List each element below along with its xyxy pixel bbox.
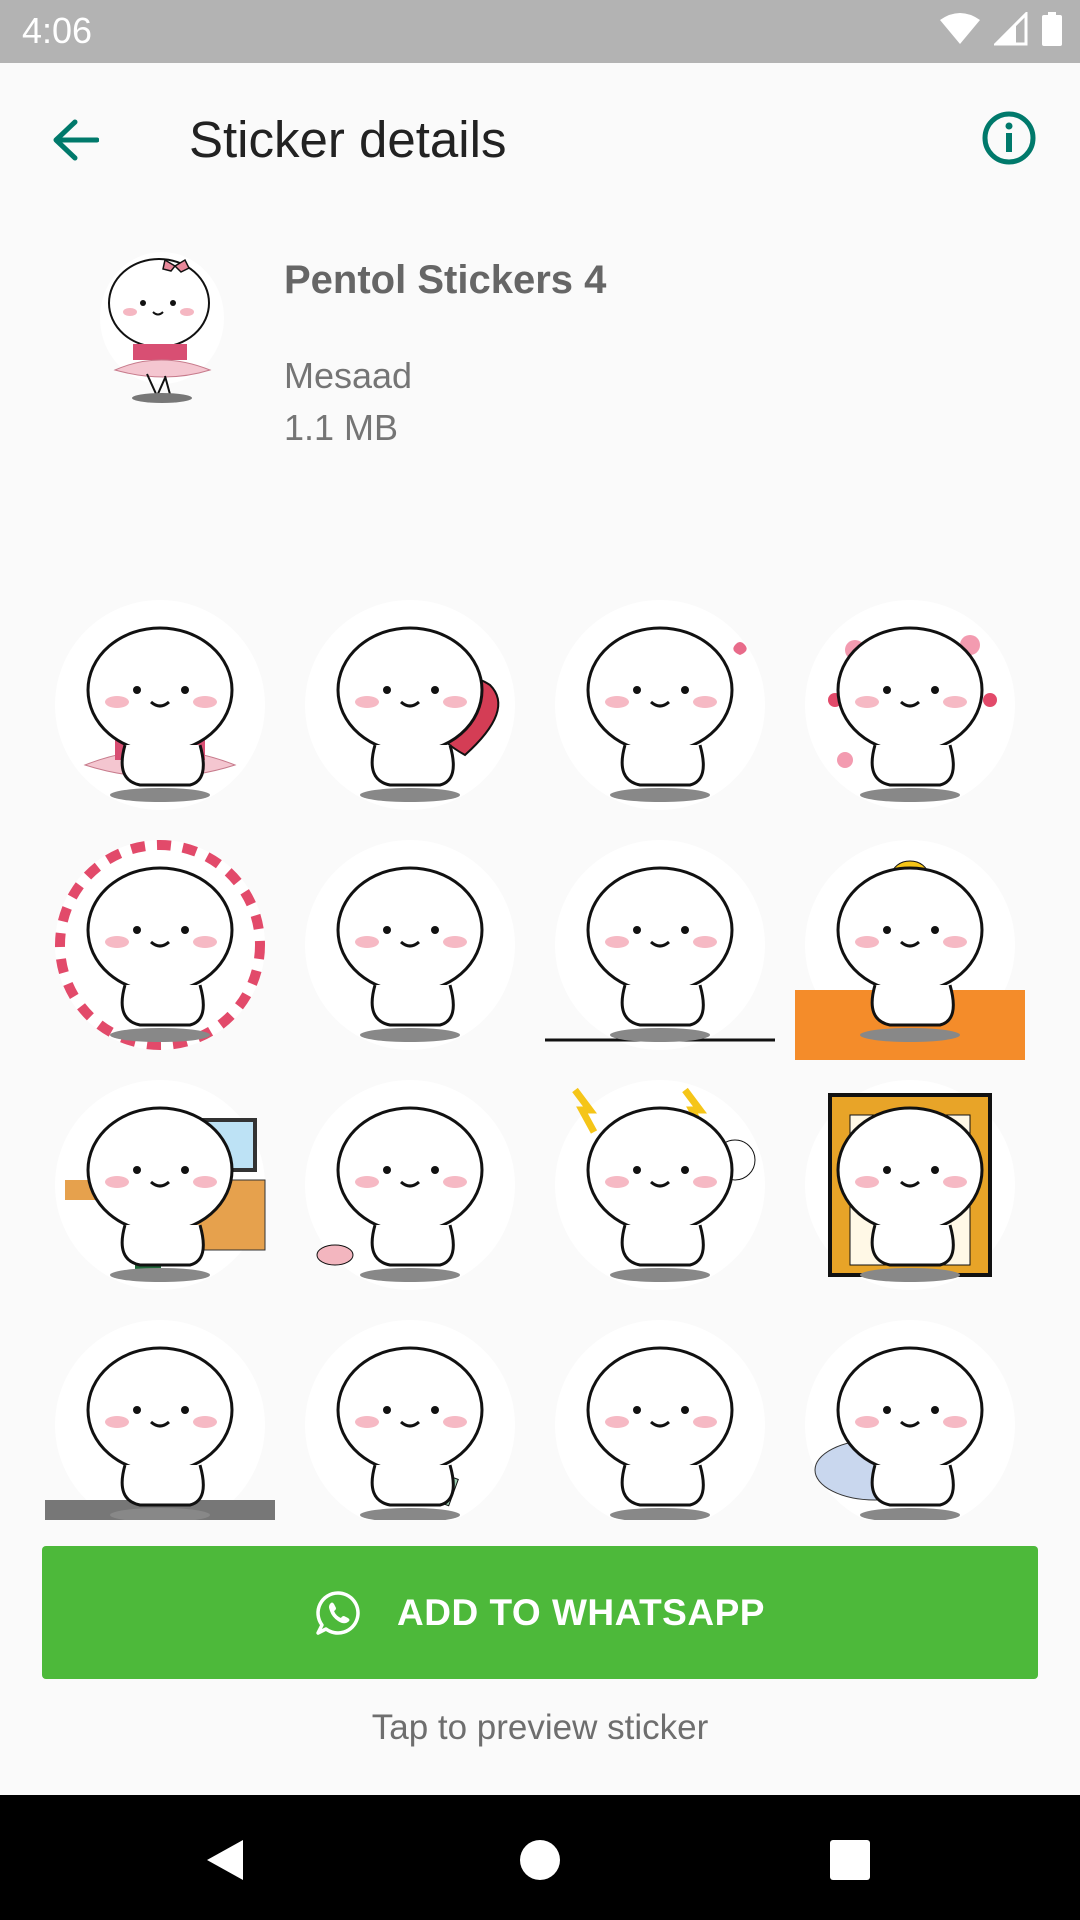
add-to-whatsapp-label: ADD TO WHATSAPP <box>397 1591 765 1633</box>
sticker-heart-hug[interactable] <box>295 590 525 820</box>
battery-icon <box>1042 12 1062 46</box>
pack-tray-icon <box>95 248 230 408</box>
sticker-image <box>795 840 1025 1060</box>
sticker-image <box>55 1080 266 1290</box>
sticker-mouse-pull[interactable] <box>295 1070 525 1300</box>
sticker-ballerina[interactable] <box>45 590 275 820</box>
sticker-duck-hat[interactable] <box>795 830 1025 1060</box>
sticker-grid <box>45 590 1035 1520</box>
sticker-image <box>805 600 1015 810</box>
sticker-chicken-bed[interactable] <box>795 1310 1025 1520</box>
nav-home-button[interactable] <box>505 1825 575 1895</box>
sticker-image <box>305 1320 515 1520</box>
sticker-heart-ring[interactable] <box>45 830 275 1060</box>
sticker-image <box>545 840 775 1050</box>
sticker-peek-table[interactable] <box>545 830 775 1060</box>
arrow-left-icon <box>53 119 99 161</box>
sticker-image <box>555 1080 765 1290</box>
sticker-flowers-phone[interactable] <box>795 590 1025 820</box>
sticker-image <box>555 600 765 810</box>
add-to-whatsapp-button[interactable]: ADD TO WHATSAPP <box>42 1546 1038 1679</box>
sticker-image <box>305 600 515 810</box>
sticker-computer-drink[interactable] <box>45 1070 275 1300</box>
sticker-image <box>55 600 265 810</box>
whatsapp-icon <box>316 1590 360 1635</box>
nav-home-icon <box>520 1840 560 1880</box>
sticker-pigtails-table[interactable] <box>45 1310 275 1520</box>
sticker-phone-sit[interactable] <box>545 590 775 820</box>
nav-back-icon <box>207 1840 243 1880</box>
sticker-surprised[interactable] <box>545 1310 775 1520</box>
sticker-image <box>55 840 265 1050</box>
wifi-icon <box>940 13 980 44</box>
sticker-image <box>45 1320 275 1520</box>
sticker-image <box>805 1320 1015 1520</box>
page-title: Sticker details <box>189 111 507 168</box>
status-time: 4:06 <box>22 10 93 51</box>
info-button[interactable] <box>974 103 1044 173</box>
sticker-lightning-sing[interactable] <box>545 1070 775 1300</box>
sticker-image <box>305 840 515 1050</box>
status-icons <box>940 12 1062 46</box>
pack-name: Pentol Stickers 4 <box>284 258 607 302</box>
status-bar: 4:06 <box>0 0 1080 63</box>
app-bar: Sticker details <box>0 63 1080 213</box>
sticker-image <box>305 1080 515 1290</box>
nav-back-button[interactable] <box>190 1825 260 1895</box>
sticker-cabinet-hide[interactable] <box>795 1070 1025 1300</box>
preview-hint: Tap to preview sticker <box>371 1708 709 1747</box>
pack-publisher: Mesaad <box>284 355 413 396</box>
sticker-lying-phone[interactable] <box>295 1310 525 1520</box>
sticker-image <box>805 1080 1015 1290</box>
info-icon <box>982 111 1036 165</box>
nav-recents-icon <box>830 1840 870 1880</box>
back-button[interactable] <box>40 105 110 175</box>
sticker-thinking[interactable] <box>295 830 525 1060</box>
sticker-image <box>555 1320 765 1520</box>
pack-size: 1.1 MB <box>284 407 399 448</box>
navigation-bar <box>0 1795 1080 1920</box>
cellular-icon <box>994 12 1028 46</box>
nav-recents-button[interactable] <box>815 1825 885 1895</box>
